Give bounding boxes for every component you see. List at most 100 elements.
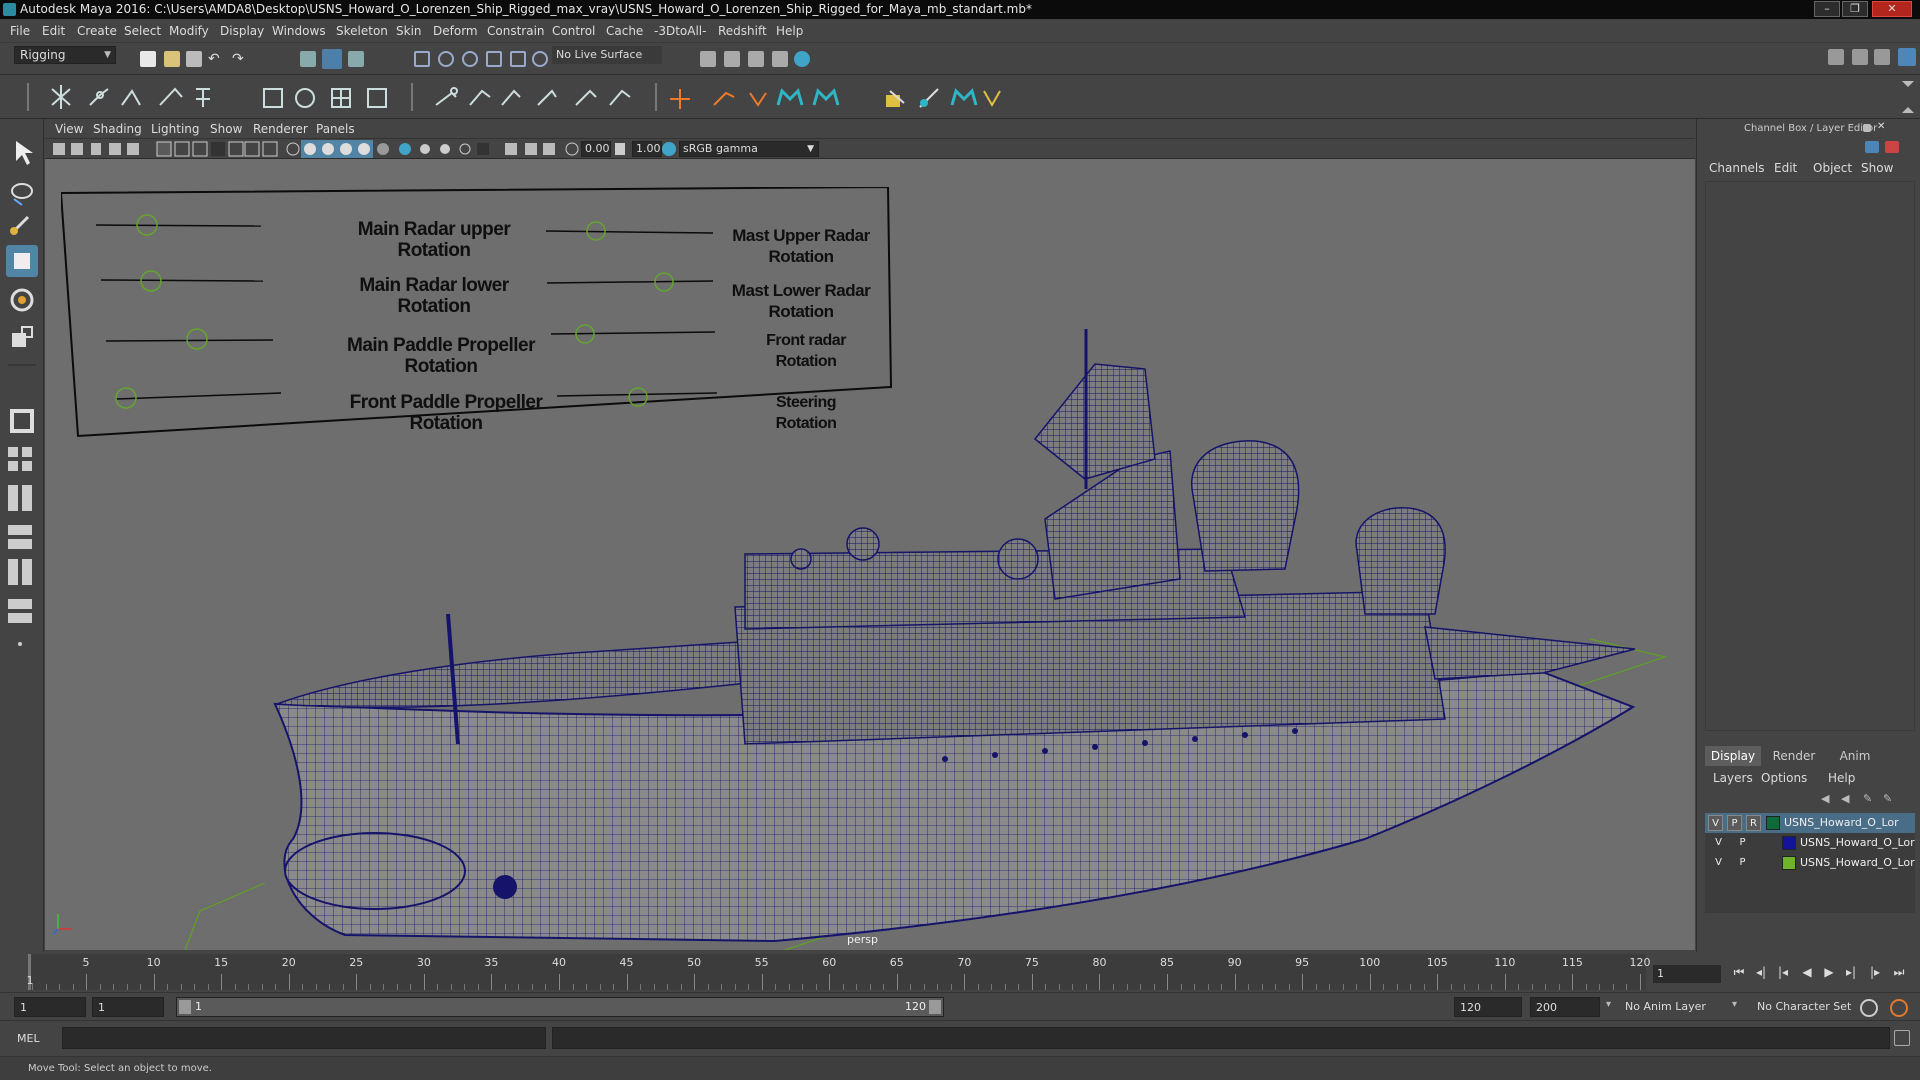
channel-box-toggle-icon[interactable] — [1898, 48, 1916, 66]
layer-visibility-toggle[interactable]: V — [1708, 815, 1723, 831]
menu-edit[interactable]: Edit — [42, 24, 65, 38]
tab-anim[interactable]: Anim — [1827, 746, 1883, 766]
move-layer-up-icon[interactable]: ◀ — [1821, 792, 1835, 805]
view-transform-dropdown[interactable]: sRGB gamma ▼ — [679, 141, 819, 157]
play-backwards-icon[interactable]: ◀ — [1798, 963, 1816, 981]
layer-playback-toggle[interactable]: P — [1735, 835, 1750, 851]
menu-file[interactable]: File — [10, 24, 30, 38]
menu-control[interactable]: Control — [552, 24, 595, 38]
undo-icon[interactable]: ↶ — [208, 51, 224, 67]
layer-display-type-toggle[interactable] — [1755, 835, 1770, 851]
menu-set-dropdown[interactable]: Rigging ▼ — [14, 46, 116, 64]
menu-modify[interactable]: Modify — [169, 24, 209, 38]
layer-playback-toggle[interactable]: P — [1735, 855, 1750, 871]
animation-preferences-icon[interactable] — [1890, 999, 1908, 1017]
layer-menu-layers[interactable]: Layers — [1713, 771, 1753, 785]
step-back-key-icon[interactable]: |◂ — [1774, 963, 1792, 981]
channel-box-attributes[interactable] — [1705, 181, 1915, 731]
close-panel-icon[interactable]: ✕ — [1877, 122, 1887, 132]
move-layer-down-icon[interactable]: ◀ — [1841, 792, 1855, 805]
channel-menu-show[interactable]: Show — [1861, 161, 1893, 175]
snap-grid-icon[interactable] — [414, 51, 430, 67]
menu-windows[interactable]: Windows — [272, 24, 326, 38]
anim-layer-field[interactable]: No Anim Layer — [1620, 997, 1738, 1017]
playback-end-field[interactable]: 120 — [1454, 997, 1522, 1017]
tab-display[interactable]: Display — [1705, 746, 1761, 766]
open-scene-icon[interactable] — [164, 51, 180, 67]
save-scene-icon[interactable] — [186, 51, 202, 67]
layer-display-type-toggle[interactable]: R — [1746, 815, 1761, 831]
snap-view-plane-icon[interactable] — [486, 51, 502, 67]
channel-menu-channels[interactable]: Channels — [1709, 161, 1765, 175]
snap-magnet-icon[interactable] — [532, 51, 548, 67]
viewport-persp[interactable]: Main Radar upper Rotation Main Radar low… — [45, 159, 1695, 950]
layer-visibility-toggle[interactable]: V — [1711, 855, 1726, 871]
menu-help[interactable]: Help — [776, 24, 803, 38]
command-input[interactable] — [62, 1027, 546, 1049]
channel-menu-object[interactable]: Object — [1813, 161, 1852, 175]
current-frame-field[interactable]: 1 — [1653, 965, 1721, 983]
layer-visibility-toggle[interactable]: V — [1711, 835, 1726, 851]
menu-select[interactable]: Select — [124, 24, 161, 38]
channel-menu-edit[interactable]: Edit — [1774, 161, 1797, 175]
new-scene-icon[interactable] — [140, 51, 156, 67]
chevron-down-icon[interactable]: ▾ — [1732, 999, 1748, 1015]
script-language-label[interactable]: MEL — [12, 1029, 58, 1049]
channel-box-icon-1[interactable] — [1865, 141, 1879, 153]
hypershade-icon[interactable] — [772, 51, 788, 67]
panel-menu-shading[interactable]: Shading — [93, 122, 142, 136]
animation-start-field[interactable]: 1 — [14, 997, 86, 1017]
snap-point-icon[interactable] — [462, 51, 478, 67]
snap-live-icon[interactable] — [510, 51, 526, 67]
gamma-field[interactable]: 1.00 — [632, 141, 662, 157]
layer-row[interactable]: V P USNS_Howard_O_Lore — [1705, 833, 1915, 853]
ipr-render-icon[interactable] — [724, 51, 740, 67]
menu-display[interactable]: Display — [220, 24, 264, 38]
layer-display-type-toggle[interactable] — [1755, 855, 1770, 871]
layer-row[interactable]: V P USNS_Howard_O_Lore — [1705, 853, 1915, 873]
layer-color-swatch[interactable] — [1782, 856, 1796, 870]
menu-skin[interactable]: Skin — [396, 24, 422, 38]
menu-redshift[interactable]: Redshift — [718, 24, 767, 38]
minimize-button[interactable]: – — [1814, 1, 1840, 17]
layer-menu-options[interactable]: Options — [1761, 771, 1807, 785]
panel-menu-renderer[interactable]: Renderer — [253, 122, 308, 136]
float-panel-icon[interactable] — [1863, 124, 1871, 132]
time-slider-track[interactable]: 5 10 15 20 25 30 35 40 45 50 55 60 65 70 75 80 85 90 95 100… — [28, 954, 1651, 990]
menu-3dtoall[interactable]: -3DtoAll- — [654, 24, 706, 38]
panel-menu-panels[interactable]: Panels — [316, 122, 355, 136]
playback-start-field[interactable]: 1 — [92, 997, 164, 1017]
go-to-end-icon[interactable]: ⏭ — [1890, 963, 1908, 981]
auto-key-icon[interactable] — [1860, 999, 1878, 1017]
layer-playback-toggle[interactable]: P — [1727, 815, 1742, 831]
layer-color-swatch[interactable] — [1766, 816, 1780, 830]
animation-end-field[interactable]: 200 — [1530, 997, 1600, 1017]
panel-menu-lighting[interactable]: Lighting — [151, 122, 200, 136]
time-slider[interactable]: 5 10 15 20 25 30 35 40 45 50 55 60 65 70 75 80 85 90 95 100… — [0, 952, 1920, 992]
close-button[interactable]: ✕ — [1872, 1, 1912, 17]
redo-icon[interactable]: ↷ — [232, 51, 248, 67]
render-settings-icon[interactable] — [748, 51, 764, 67]
channel-box-icon-2[interactable] — [1885, 141, 1899, 153]
menu-constrain[interactable]: Constrain — [487, 24, 545, 38]
modeling-toolkit-icon[interactable] — [1828, 49, 1844, 65]
new-layer-selected-icon[interactable]: ✎ — [1883, 792, 1897, 805]
select-by-hierarchy-icon[interactable] — [300, 51, 316, 67]
layer-row[interactable]: V P R USNS_Howard_O_Loren — [1705, 813, 1915, 833]
character-set-field[interactable]: No Character Set — [1752, 997, 1874, 1017]
panel-menu-show[interactable]: Show — [210, 122, 242, 136]
select-by-component-icon[interactable] — [348, 51, 364, 67]
menu-deform[interactable]: Deform — [433, 24, 478, 38]
script-editor-icon[interactable] — [1894, 1030, 1910, 1046]
menu-cache[interactable]: Cache — [606, 24, 643, 38]
step-back-frame-icon[interactable]: ◂| — [1752, 963, 1770, 981]
go-to-start-icon[interactable]: ⏮ — [1730, 963, 1748, 981]
play-forwards-icon[interactable]: ▶ — [1820, 963, 1838, 981]
layer-color-swatch[interactable] — [1782, 836, 1796, 850]
exposure-field[interactable]: 0.00 — [581, 141, 611, 157]
tab-render[interactable]: Render — [1761, 746, 1827, 766]
step-forward-frame-icon[interactable]: |▸ — [1866, 963, 1884, 981]
panel-menu-view[interactable]: View — [55, 122, 83, 136]
new-layer-icon[interactable]: ✎ — [1863, 792, 1877, 805]
range-slider[interactable]: 1 120 — [176, 997, 944, 1017]
